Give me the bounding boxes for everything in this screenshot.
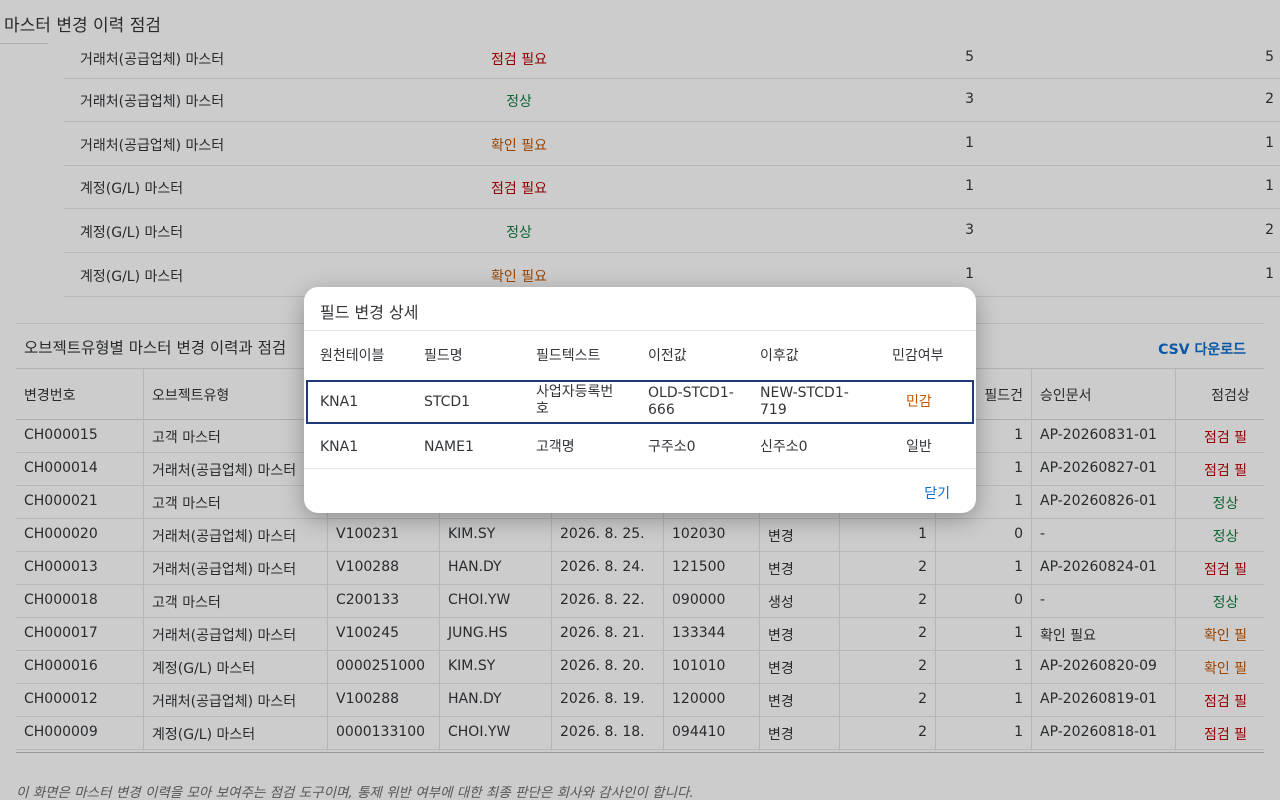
dialog-cell-text: 사업자등록번	[536, 384, 614, 400]
dialog-row-selected[interactable]: KNA1 STCD1 사업자등록번 호 OLD-STCD1- 666 NEW-STCD1- 7…	[306, 380, 974, 424]
dialog-column-header: 필드텍스트	[536, 348, 601, 364]
dialog-column-header: 이후값	[760, 348, 799, 364]
dialog-row[interactable]: KNA1 NAME1 고객명 구주소0 신주소0 일반	[304, 425, 976, 469]
dialog-footer-divider	[304, 468, 976, 469]
dialog-cell-new: NEW-STCD1-	[760, 385, 849, 401]
dialog-column-header: 이전값	[648, 348, 687, 364]
dialog-cell-text-cont: 호	[536, 401, 549, 417]
dialog-cell-new-cont: 719	[760, 402, 787, 418]
dialog-cell-field: NAME1	[424, 439, 474, 455]
dialog-column-header: 필드명	[424, 348, 463, 364]
close-button[interactable]: 닫기	[924, 483, 950, 503]
dialog-cell-old: OLD-STCD1-	[648, 385, 734, 401]
dialog-column-header: 원천테이블	[320, 348, 385, 364]
field-change-dialog: 필드 변경 상세 원천테이블 필드명 필드텍스트 이전값 이후값 민감여부 KNA1 STC…	[304, 287, 976, 513]
dialog-table-header: 원천테이블 필드명 필드텍스트 이전값 이후값 민감여부	[304, 330, 976, 381]
dialog-cell-table: KNA1	[320, 394, 359, 410]
dialog-cell-old: 구주소0	[648, 439, 696, 455]
dialog-cell-field: STCD1	[424, 394, 471, 410]
dialog-cell-sensitivity: 민감	[906, 394, 932, 410]
dialog-cell-text: 고객명	[536, 439, 575, 455]
dialog-title: 필드 변경 상세	[320, 303, 419, 322]
dialog-cell-new: 신주소0	[760, 439, 808, 455]
dialog-cell-sensitivity: 일반	[906, 439, 932, 455]
dialog-column-header: 민감여부	[892, 348, 944, 364]
dialog-cell-old-cont: 666	[648, 402, 675, 418]
dialog-cell-table: KNA1	[320, 439, 359, 455]
